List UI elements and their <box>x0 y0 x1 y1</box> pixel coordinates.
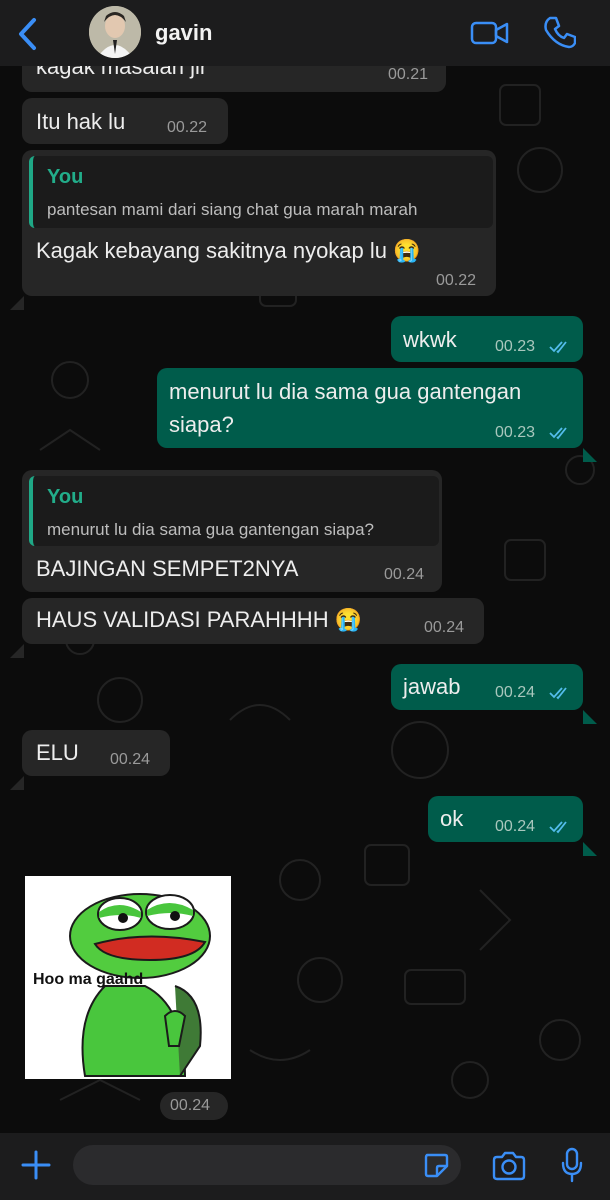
bubble-tail <box>10 282 24 310</box>
quoted-author: You <box>47 486 84 508</box>
bubble-tail <box>10 630 24 658</box>
message-text: BAJINGAN SEMPET2NYA <box>36 556 299 581</box>
message-bubble-outgoing[interactable]: ok 00.24 <box>428 796 583 842</box>
message-time: 00.24 <box>384 566 425 583</box>
message-time: 00.22 <box>436 272 477 289</box>
chat-header: gavin <box>0 0 610 66</box>
video-camera-icon[interactable] <box>470 17 510 49</box>
bubble-tail <box>583 828 597 856</box>
message-time: 00.24 <box>495 684 536 701</box>
quoted-text: pantesan mami dari siang chat gua marah … <box>47 200 418 219</box>
message-text: wkwk <box>403 327 457 352</box>
message-text: jawab <box>403 674 461 699</box>
message-bubble-outgoing[interactable]: wkwk 00.23 <box>391 316 583 362</box>
message-time: 00.24 <box>110 751 151 768</box>
read-receipt-icon <box>549 427 567 440</box>
chevron-left-icon[interactable] <box>14 14 42 54</box>
message-time: 00.23 <box>495 424 536 441</box>
message-time: 00.24 <box>495 818 536 835</box>
message-text: ELU <box>36 740 79 765</box>
quoted-message[interactable]: You menurut lu dia sama gua gantengan si… <box>29 476 439 546</box>
message-text: HAUS VALIDASI PARAHHHH 😭 <box>36 607 363 632</box>
message-bubble-outgoing[interactable]: jawab 00.24 <box>391 664 583 710</box>
microphone-icon[interactable] <box>561 1147 583 1183</box>
bubble-tail <box>583 696 597 724</box>
message-text: Itu hak lu <box>36 109 126 134</box>
quoted-author: You <box>47 166 84 188</box>
message-bubble-incoming[interactable]: HAUS VALIDASI PARAHHHH 😭 00.24 <box>22 598 484 644</box>
message-bubble-incoming-reply[interactable]: You pantesan mami dari siang chat gua ma… <box>22 150 496 296</box>
message-time: 00.24 <box>170 1097 211 1114</box>
message-time: 00.22 <box>167 119 208 136</box>
sticker-icon[interactable] <box>423 1152 449 1178</box>
bubble-tail <box>583 434 597 462</box>
read-receipt-icon <box>549 341 567 354</box>
quoted-text: menurut lu dia sama gua gantengan siapa? <box>47 520 375 539</box>
message-text: ok <box>440 806 464 831</box>
read-receipt-icon <box>549 687 567 700</box>
message-input[interactable] <box>73 1145 461 1185</box>
phone-icon[interactable] <box>542 15 576 49</box>
message-bubble-incoming[interactable]: ELU 00.24 <box>22 730 170 776</box>
message-text-line1: menurut lu dia sama gua gantengan <box>169 379 522 404</box>
contact-name[interactable]: gavin <box>155 20 212 46</box>
composer-bar <box>0 1133 610 1200</box>
avatar[interactable] <box>89 6 141 58</box>
message-bubble-incoming-reply[interactable]: You menurut lu dia sama gua gantengan si… <box>22 470 442 592</box>
message-time: 00.21 <box>388 66 429 83</box>
message-bubble-incoming[interactable]: Itu hak lu 00.22 <box>22 98 228 144</box>
sticker-image[interactable]: Hoo ma gaahd <box>25 876 231 1079</box>
message-time: 00.23 <box>495 338 536 355</box>
camera-icon[interactable] <box>491 1151 527 1181</box>
message-text: Kagak kebayang sakitnya nyokap lu 😭 <box>36 238 421 263</box>
read-receipt-icon <box>549 821 567 834</box>
message-time: 00.24 <box>424 619 465 636</box>
sticker-time-pill: 00.24 <box>160 1092 228 1120</box>
plus-icon[interactable] <box>20 1149 52 1181</box>
message-bubble-outgoing[interactable]: menurut lu dia sama gua gantengan siapa?… <box>157 368 583 448</box>
sticker-caption: Hoo ma gaahd <box>33 971 144 988</box>
quoted-message[interactable]: You pantesan mami dari siang chat gua ma… <box>29 156 493 228</box>
bubble-tail <box>10 762 24 790</box>
message-text-line2: siapa? <box>169 412 234 437</box>
